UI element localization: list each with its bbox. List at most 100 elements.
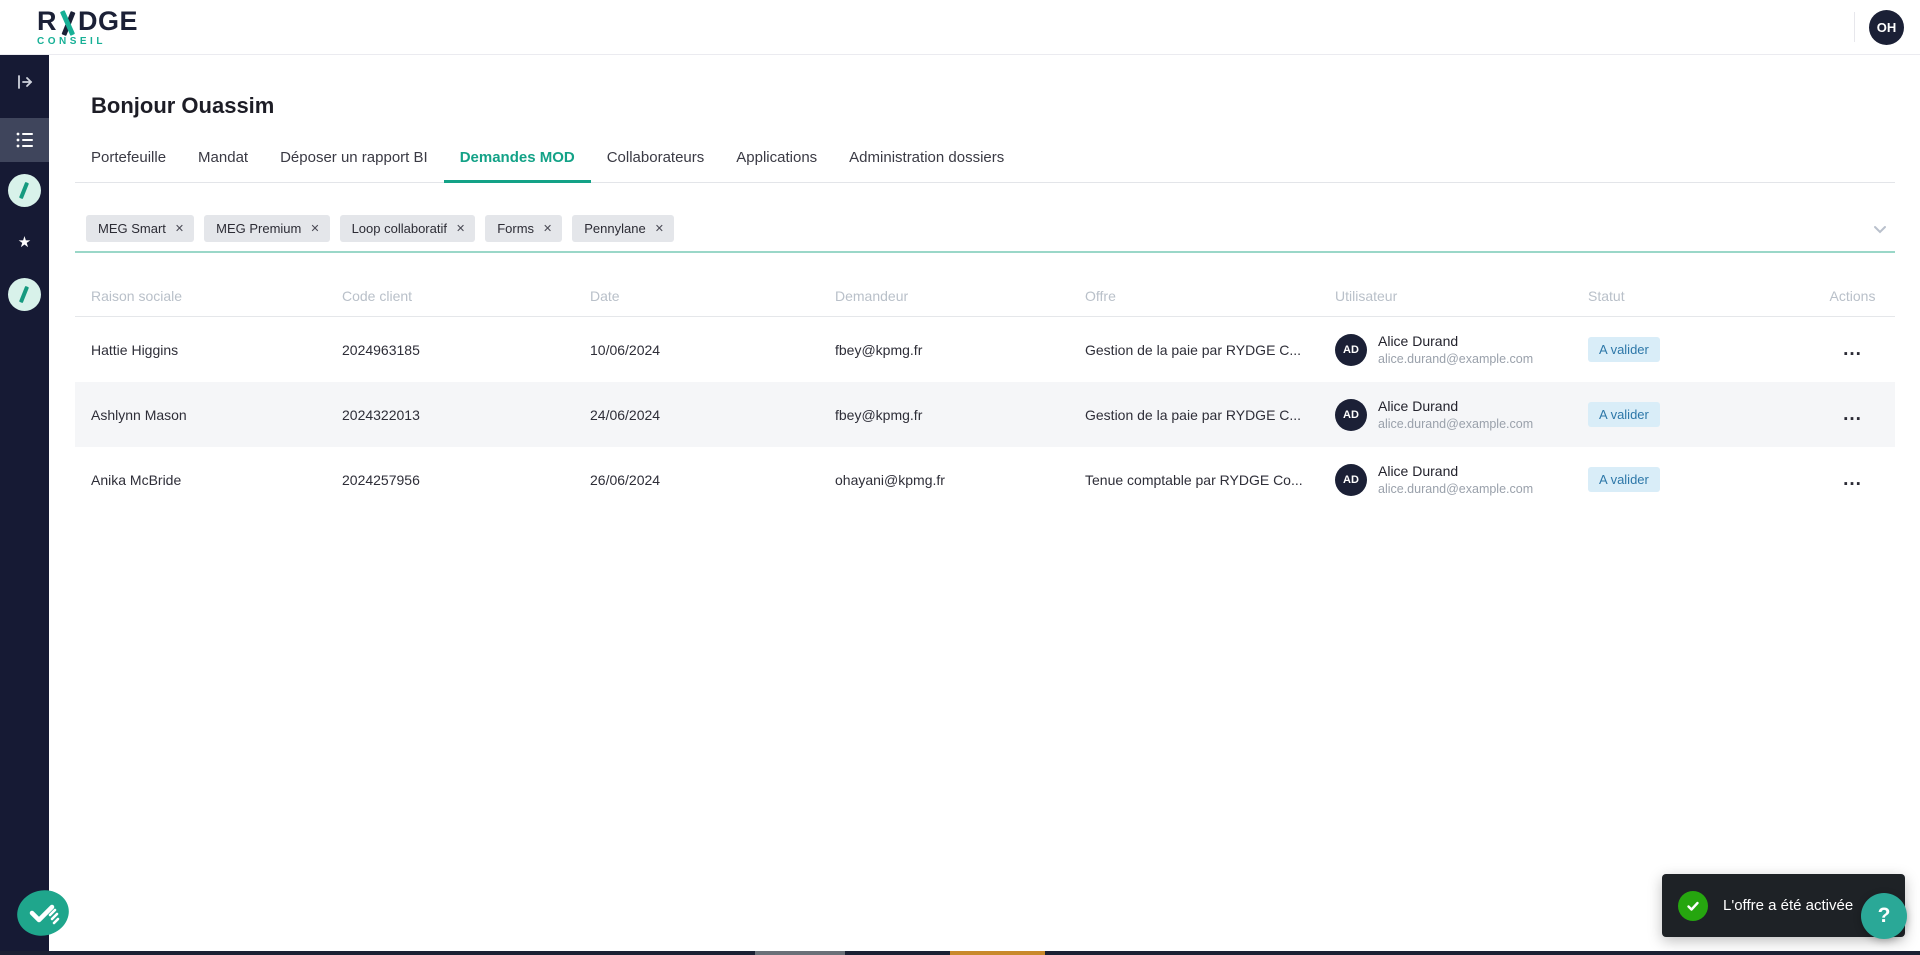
cell-demandeur: fbey@kpmg.fr xyxy=(835,341,923,358)
logo-tagline: CONSEIL xyxy=(37,35,106,47)
more-actions-icon[interactable]: ... xyxy=(1843,404,1862,425)
cell-raison-sociale: Ashlynn Mason xyxy=(91,406,187,423)
tab[interactable]: Portefeuille xyxy=(75,149,182,183)
rydge-logo[interactable]: R DGE CONSEIL xyxy=(37,5,139,47)
status-badge: A valider xyxy=(1588,402,1660,427)
cell-statut: A valider xyxy=(1572,337,1810,362)
table-header: Raison sociale Code client Date Demandeu… xyxy=(75,275,1895,317)
sidebar-app-icon[interactable] xyxy=(0,168,49,212)
expand-sidebar-icon[interactable] xyxy=(0,60,49,104)
user-email: alice.durand@example.com xyxy=(1378,417,1534,431)
status-badge: A valider xyxy=(1588,467,1660,492)
filter-chip-label: MEG Premium xyxy=(216,221,302,236)
cell-code-client: 2024257956 xyxy=(342,471,420,488)
cell-date: 24/06/2024 xyxy=(590,406,661,423)
cell-raison-sociale: Hattie Higgins xyxy=(91,341,179,358)
filter-chip-label: Forms xyxy=(497,221,535,236)
more-actions-icon[interactable]: ... xyxy=(1843,469,1862,490)
tab[interactable]: Demandes MOD xyxy=(443,149,591,183)
cell-offre: Tenue comptable par RYDGE Co... xyxy=(1085,471,1303,488)
offer-filter-select[interactable]: MEG Smart ✕ MEG Premium ✕ Loop collabora… xyxy=(75,215,1895,253)
cell-offre: Gestion de la paie par RYDGE C... xyxy=(1085,406,1302,423)
cell-raison-sociale: Anika McBride xyxy=(91,471,182,488)
sidebar-item-requests-list[interactable] xyxy=(0,118,49,162)
filter-chip-label: Loop collaboratif xyxy=(351,221,447,236)
column-header: Utilisateur xyxy=(1335,287,1398,304)
user-initials-avatar: AD xyxy=(1335,333,1367,366)
filter-chip[interactable]: Forms ✕ xyxy=(485,215,563,242)
filter-chip-label: Pennylane xyxy=(584,221,646,236)
sidebar-favorites-icon[interactable]: ★ xyxy=(0,220,49,264)
tab[interactable]: Applications xyxy=(720,149,833,183)
cell-code-client: 2024322013 xyxy=(342,406,420,423)
help-button[interactable]: ? xyxy=(1861,893,1907,939)
cell-date: 10/06/2024 xyxy=(590,341,661,358)
cell-date: 26/06/2024 xyxy=(590,471,661,488)
remove-chip-icon[interactable]: ✕ xyxy=(456,222,465,235)
app-slash-icon xyxy=(8,277,41,311)
cell-utilisateur: AD Alice Durand alice.durand@example.com xyxy=(1319,398,1572,431)
sidebar-app-icon-2[interactable] xyxy=(0,272,49,316)
remove-chip-icon[interactable]: ✕ xyxy=(310,222,319,235)
filter-chip[interactable]: MEG Smart ✕ xyxy=(86,215,195,242)
filter-chip[interactable]: Loop collaboratif ✕ xyxy=(339,215,476,242)
app-slash-icon xyxy=(8,173,41,207)
table-row[interactable]: Anika McBride 2024257956 26/06/2024 ohay… xyxy=(75,447,1895,512)
taskbar-sliver xyxy=(0,951,1920,955)
user-email: alice.durand@example.com xyxy=(1378,352,1534,366)
cell-statut: A valider xyxy=(1572,402,1810,427)
cell-utilisateur: AD Alice Durand alice.durand@example.com xyxy=(1319,333,1572,366)
tasks-check-button[interactable] xyxy=(14,884,72,947)
filter-chips: MEG Smart ✕ MEG Premium ✕ Loop collabora… xyxy=(86,215,1871,242)
table-row[interactable]: Hattie Higgins 2024963185 10/06/2024 fbe… xyxy=(75,317,1895,382)
user-name: Alice Durand xyxy=(1378,463,1459,479)
cell-utilisateur: AD Alice Durand alice.durand@example.com xyxy=(1319,463,1572,496)
cell-demandeur: ohayani@kpmg.fr xyxy=(835,471,945,488)
column-header: Offre xyxy=(1085,287,1116,304)
cell-offre: Gestion de la paie par RYDGE C... xyxy=(1085,341,1302,358)
tab-bar: Portefeuille Mandat Déposer un rapport B… xyxy=(75,149,1895,183)
user-name: Alice Durand xyxy=(1378,398,1459,414)
success-check-icon xyxy=(1678,890,1708,921)
more-actions-icon[interactable]: ... xyxy=(1843,339,1862,360)
table-row[interactable]: Ashlynn Mason 2024322013 24/06/2024 fbey… xyxy=(75,382,1895,447)
column-header: Raison sociale xyxy=(91,287,183,304)
taskbar-segment-gray xyxy=(755,951,845,955)
column-header: Demandeur xyxy=(835,287,909,304)
tab[interactable]: Mandat xyxy=(182,149,264,183)
user-initials-avatar: AD xyxy=(1335,463,1367,496)
table-body: Hattie Higgins 2024963185 10/06/2024 fbe… xyxy=(75,317,1895,512)
remove-chip-icon[interactable]: ✕ xyxy=(175,222,184,235)
tab[interactable]: Collaborateurs xyxy=(591,149,721,183)
cell-actions: ... xyxy=(1810,339,1895,361)
column-header: Code client xyxy=(342,287,413,304)
main-content: Bonjour Ouassim Portefeuille Mandat Dépo… xyxy=(49,55,1920,951)
remove-chip-icon[interactable]: ✕ xyxy=(655,222,664,235)
cell-actions: ... xyxy=(1810,469,1895,491)
taskbar-segment-orange xyxy=(950,951,1045,955)
user-initials-avatar: AD xyxy=(1335,398,1367,431)
cell-actions: ... xyxy=(1810,404,1895,426)
star-icon: ★ xyxy=(17,234,32,251)
filter-chip[interactable]: Pennylane ✕ xyxy=(572,215,674,242)
user-avatar-button[interactable]: OH xyxy=(1869,9,1904,45)
logo-wordmark: R DGE xyxy=(37,5,139,36)
status-badge: A valider xyxy=(1588,337,1660,362)
toast-message: L'offre a été activée xyxy=(1723,897,1854,914)
cell-code-client: 2024963185 xyxy=(342,341,420,358)
chevron-down-icon[interactable] xyxy=(1871,220,1889,238)
column-header: Actions xyxy=(1829,287,1876,304)
tab[interactable]: Déposer un rapport BI xyxy=(264,149,444,183)
filter-chip[interactable]: MEG Premium ✕ xyxy=(204,215,330,242)
remove-chip-icon[interactable]: ✕ xyxy=(543,222,552,235)
tab[interactable]: Administration dossiers xyxy=(833,149,1020,183)
sidebar: ★ xyxy=(0,55,49,955)
cell-demandeur: fbey@kpmg.fr xyxy=(835,406,923,423)
page-title: Bonjour Ouassim xyxy=(91,93,275,118)
cell-statut: A valider xyxy=(1572,467,1810,492)
topbar-divider xyxy=(1854,12,1855,42)
top-bar: R DGE CONSEIL OH xyxy=(0,0,1920,55)
filter-chip-label: MEG Smart xyxy=(98,221,166,236)
column-header: Statut xyxy=(1588,287,1625,304)
user-email: alice.durand@example.com xyxy=(1378,482,1534,496)
